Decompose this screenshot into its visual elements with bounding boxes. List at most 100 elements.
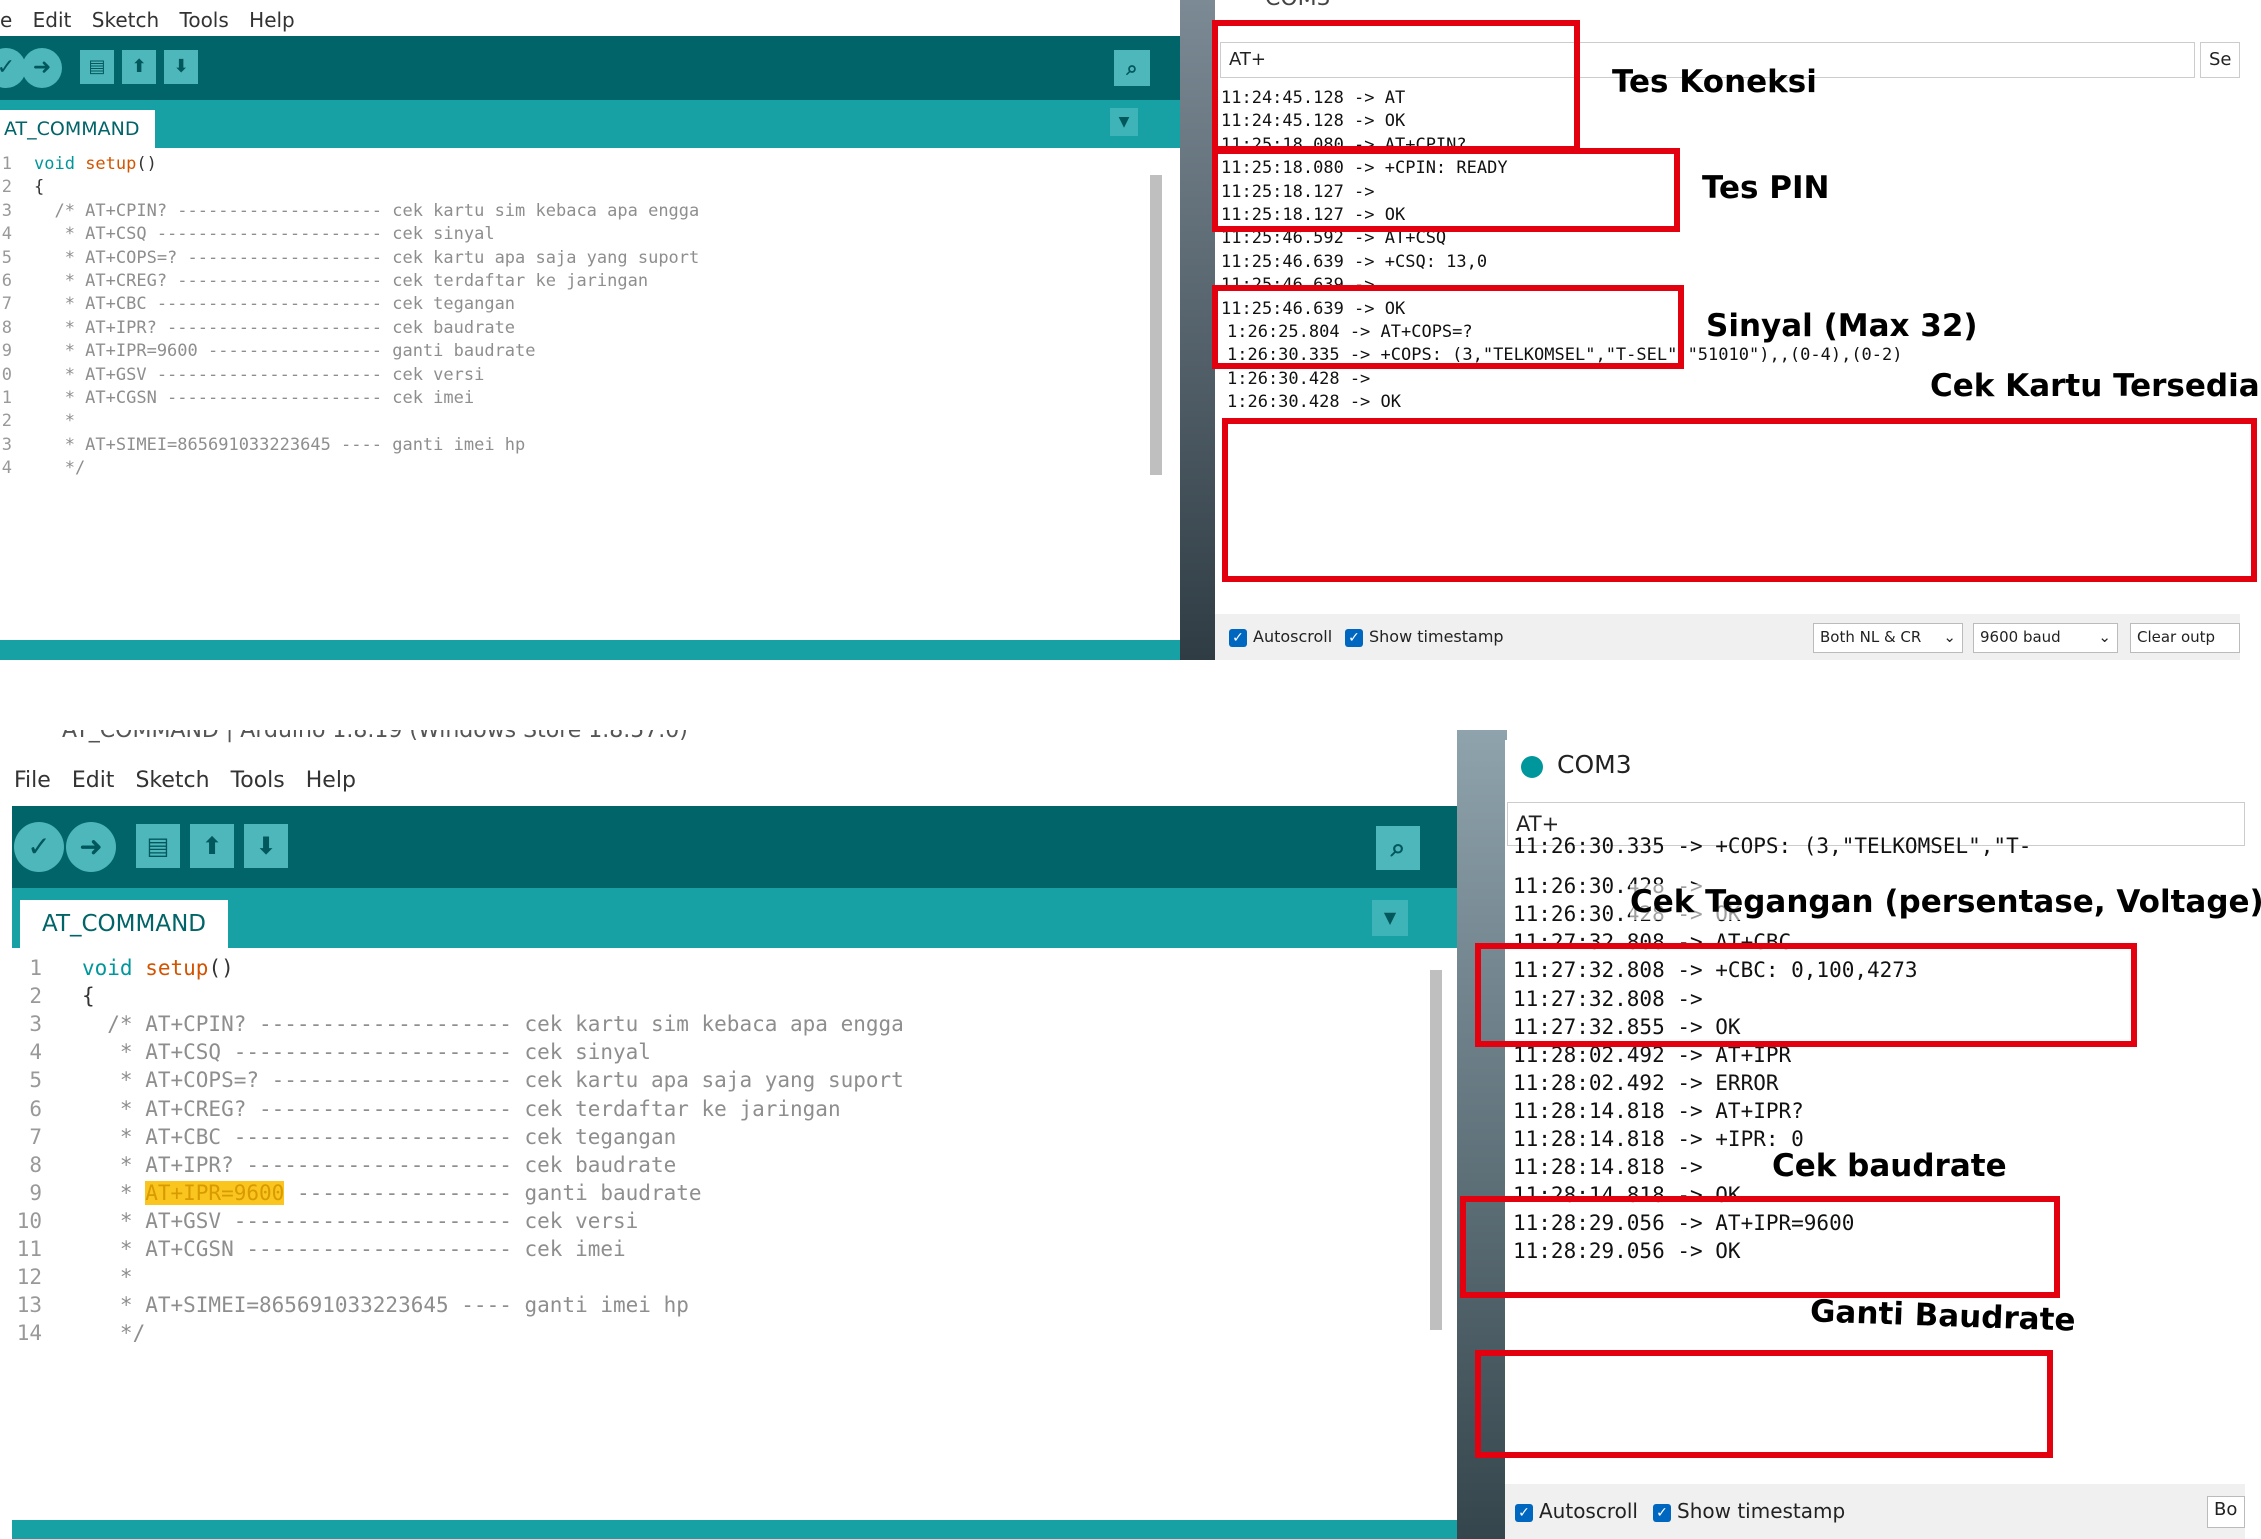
open-file-icon[interactable]: ⬆ — [190, 824, 234, 868]
bottom-menu-bar: File Edit Sketch Tools Help — [12, 764, 1457, 798]
line-number: 7 — [1, 294, 12, 315]
checkbox-checked-icon: ✓ — [1345, 628, 1363, 647]
line-number: 6 — [1, 271, 12, 291]
serial-line: 11:26:30.335 -> +COPS: (3,"TELKOMSEL","T… — [1513, 834, 2032, 858]
save-file-icon[interactable]: ⬇ — [244, 824, 288, 868]
code-line: /* AT+CPIN? -------------------- cek kar… — [82, 1012, 904, 1037]
line-number: 11 — [16, 1237, 42, 1261]
code-line: * AT+SIMEI=865691033223645 ---- ganti im… — [34, 434, 526, 455]
new-file-icon[interactable]: ▤ — [136, 824, 180, 868]
top-send-button[interactable]: Se — [2200, 42, 2240, 78]
annotation-cek-kartu: Cek Kartu Tersedia — [1930, 368, 2260, 404]
code-line: * AT+CBC ---------------------- cek tega… — [34, 294, 516, 315]
bottom-console-strip — [12, 1520, 1457, 1539]
menu-help[interactable]: Help — [249, 8, 295, 32]
code-line: * AT+COPS=? ------------------- cek kart… — [82, 1068, 904, 1093]
selected-text-highlight[interactable]: AT+IPR=9600 — [145, 1180, 285, 1205]
bottom-toolbar: ✓ ➜ ▤ ⬆ ⬇ ⌕ — [12, 806, 1457, 888]
code-line: * AT+CGSN --------------------- cek imei — [82, 1237, 626, 1261]
top-toolbar: ✓ ➜ ▤ ⬆ ⬇ ⌕ — [0, 36, 1180, 100]
code-suffix: ----------------- ganti baudrate — [284, 1180, 702, 1205]
top-line-ending-value: Both NL & CR — [1820, 628, 1922, 646]
top-editor-scrollbar[interactable] — [1150, 175, 1162, 475]
function-name: setup — [145, 956, 209, 980]
top-tab-bar: AT_COMMAND ▼ — [0, 100, 1180, 148]
serial-monitor-icon[interactable]: ⌕ — [1114, 50, 1150, 86]
verify-icon[interactable]: ✓ — [14, 822, 64, 872]
serial-monitor-icon[interactable]: ⌕ — [1376, 826, 1420, 870]
line-number: 0 — [1, 364, 12, 385]
save-file-icon[interactable]: ⬇ — [164, 50, 198, 84]
chevron-down-icon: ⌄ — [2098, 628, 2111, 646]
new-file-icon[interactable]: ▤ — [80, 50, 114, 84]
tab-menu-chevron-icon[interactable]: ▼ — [1372, 900, 1408, 936]
serial-line: 1:26:30.428 -> — [1227, 368, 1371, 389]
line-number: 13 — [16, 1293, 42, 1318]
line-number: 6 — [29, 1096, 42, 1121]
bottom-timestamp-label: Show timestamp — [1677, 1499, 1846, 1523]
code-line: * AT+CREG? -------------------- cek terd… — [82, 1096, 841, 1121]
top-box-koneksi — [1212, 20, 1580, 152]
top-clear-output-button[interactable]: Clear outp — [2130, 623, 2240, 653]
bottom-timestamp-checkbox[interactable]: ✓ Show timestamp — [1653, 1484, 1845, 1539]
line-number: 7 — [29, 1124, 42, 1149]
chevron-down-icon: ⌄ — [1943, 628, 1956, 646]
menu-edit[interactable]: Edit — [72, 768, 115, 793]
code-punct: () — [136, 154, 157, 174]
serial-line: 11:25:46.639 -> +CSQ: 13,0 — [1221, 251, 1488, 272]
checkbox-checked-icon: ✓ — [1653, 1503, 1671, 1522]
menu-tools[interactable]: Tools — [231, 768, 285, 793]
menu-sketch[interactable]: Sketch — [135, 768, 209, 793]
menu-edit[interactable]: Edit — [33, 8, 72, 32]
line-number: 3 — [1, 200, 12, 221]
annotation-tes-koneksi: Tes Koneksi — [1612, 64, 1817, 100]
menu-partial[interactable]: e — [0, 8, 12, 32]
line-number: 1 — [29, 956, 42, 980]
top-baud-value: 9600 baud — [1980, 628, 2061, 646]
top-box-sinyal — [1212, 285, 1684, 369]
line-number: 10 — [16, 1208, 42, 1233]
bottom-line-ending-select[interactable]: Bo — [2207, 1496, 2245, 1528]
menu-help[interactable]: Help — [306, 768, 356, 793]
upload-icon[interactable]: ➜ — [22, 48, 62, 88]
serial-port-icon — [1521, 756, 1543, 778]
line-number: 3 — [1, 434, 12, 455]
checkbox-checked-icon: ✓ — [1229, 628, 1247, 647]
tab-at-command[interactable]: AT_COMMAND — [0, 110, 156, 148]
tab-at-command[interactable]: AT_COMMAND — [20, 900, 228, 948]
top-baud-select[interactable]: 9600 baud ⌄ — [1973, 623, 2118, 653]
upload-icon[interactable]: ➜ — [66, 822, 116, 872]
bottom-autoscroll-checkbox[interactable]: ✓ Autoscroll — [1515, 1484, 1638, 1539]
line-number: 9 — [1, 341, 12, 362]
menu-tools[interactable]: Tools — [180, 8, 229, 32]
code-line: * — [34, 411, 75, 432]
top-console-strip — [0, 640, 1180, 660]
top-line-ending-select[interactable]: Both NL & CR ⌄ — [1813, 623, 1963, 653]
top-timestamp-checkbox[interactable]: ✓ Show timestamp — [1345, 614, 1504, 660]
annotation-sinyal: Sinyal (Max 32) — [1706, 308, 1978, 344]
code-line: * AT+CSQ ---------------------- cek siny… — [82, 1040, 651, 1065]
top-autoscroll-checkbox[interactable]: ✓ Autoscroll — [1229, 614, 1332, 660]
code-line: * AT+CREG? -------------------- cek terd… — [34, 271, 649, 291]
line-number: 14 — [16, 1321, 42, 1346]
tab-menu-chevron-icon[interactable]: ▼ — [1110, 108, 1138, 136]
serial-line: 11:28:14.818 -> — [1513, 1155, 1703, 1180]
bottom-window-title: AT_COMMAND | Arduino 1.8.19 (Windows Sto… — [62, 730, 688, 743]
line-number: 1 — [1, 154, 12, 174]
code-line: * AT+GSV ---------------------- cek vers… — [34, 364, 485, 385]
serial-line: 11:28:02.492 -> ERROR — [1513, 1070, 1779, 1095]
top-box-kartu — [1222, 418, 2257, 582]
menu-file[interactable]: File — [14, 768, 51, 793]
bottom-serial-title: COM3 — [1557, 750, 1632, 779]
function-name: setup — [85, 154, 137, 174]
menu-sketch[interactable]: Sketch — [92, 8, 159, 32]
line-number: 9 — [29, 1180, 42, 1205]
code-line: * AT+IPR=9600 ----------------- ganti ba… — [34, 341, 536, 362]
line-number: 4 — [1, 224, 12, 245]
bottom-autoscroll-label: Autoscroll — [1539, 1499, 1638, 1523]
open-file-icon[interactable]: ⬆ — [122, 50, 156, 84]
line-number: 4 — [29, 1040, 42, 1065]
code-prefix: * — [82, 1180, 146, 1205]
bottom-editor-scrollbar[interactable] — [1430, 970, 1442, 1330]
bottom-serial-statusbar: ✓ Autoscroll ✓ Show timestamp Bo — [1505, 1484, 2245, 1539]
